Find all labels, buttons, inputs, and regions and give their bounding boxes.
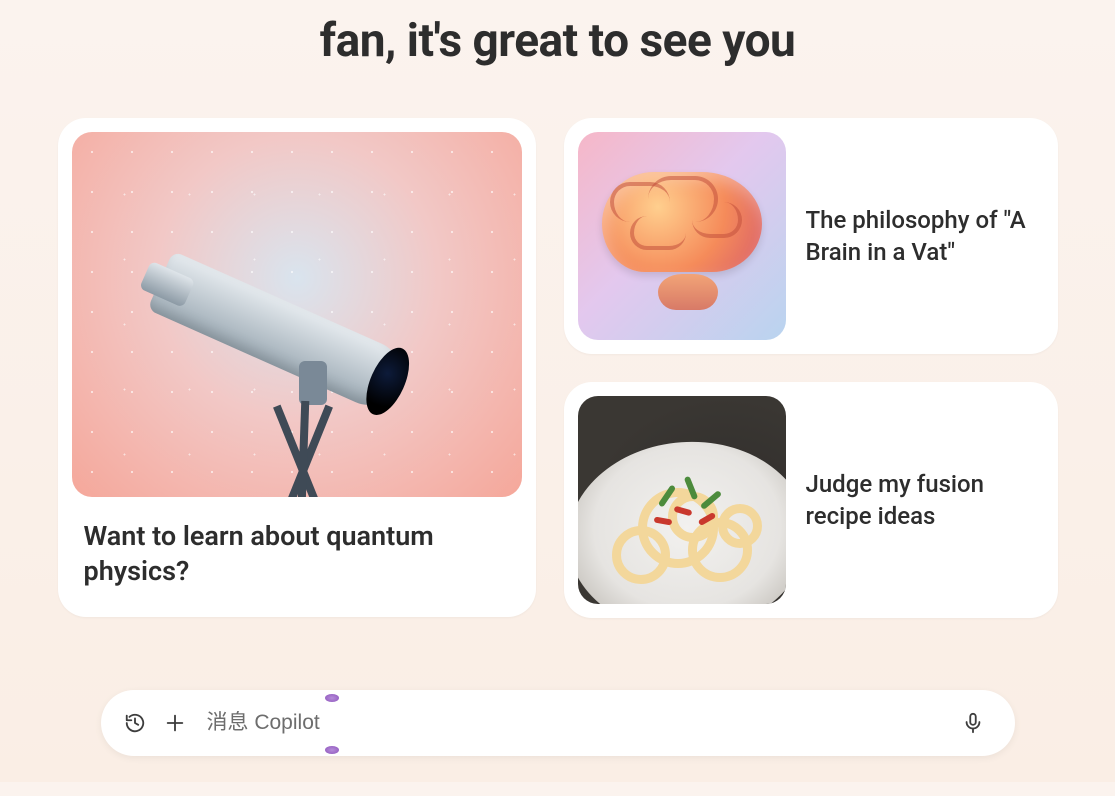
suggestion-card-brain[interactable]: The philosophy of "A Brain in a Vat" (564, 118, 1058, 354)
message-input-bar (101, 690, 1015, 756)
suggestion-cards: Want to learn about quantum physics? The… (58, 118, 1058, 618)
history-icon (124, 712, 146, 734)
greeting-heading: fan, it's great to see you (0, 14, 1115, 68)
microphone-icon (962, 711, 984, 735)
add-button[interactable] (155, 703, 195, 743)
suggestion-card-title: Judge my fusion recipe ideas (806, 468, 1044, 533)
suggestion-card-title: Want to learn about quantum physics? (84, 519, 510, 589)
pasta-photo (578, 396, 786, 604)
brain-illustration (578, 132, 786, 340)
history-button[interactable] (115, 703, 155, 743)
sparkle-decoration-icon (325, 694, 339, 702)
suggestion-card-recipe[interactable]: Judge my fusion recipe ideas (564, 382, 1058, 618)
suggestion-card-large[interactable]: Want to learn about quantum physics? (58, 118, 536, 617)
sparkle-decoration-icon (325, 746, 339, 754)
message-input[interactable] (207, 711, 953, 735)
suggestion-card-title: The philosophy of "A Brain in a Vat" (806, 204, 1044, 269)
telescope-illustration (72, 132, 522, 497)
plus-icon (164, 712, 186, 734)
microphone-button[interactable] (953, 703, 993, 743)
